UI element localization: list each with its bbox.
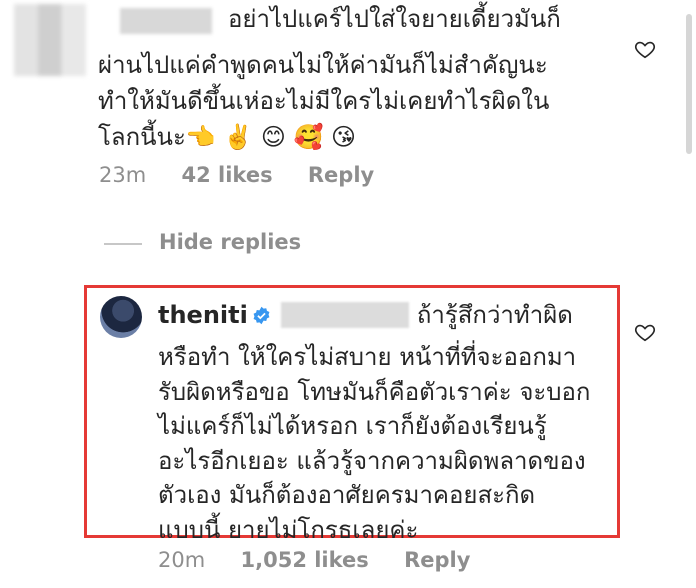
reply-button[interactable]: Reply bbox=[404, 548, 470, 572]
reply-comment-line: อะไรอีกเยอะ แล้วรู้จากความผิดพลาดของ bbox=[158, 446, 586, 475]
like-heart-icon[interactable] bbox=[634, 321, 656, 343]
top-comment-line: ผ่านไปแค่คำพูดคนไม่ให้ค่ามันก็ไม่สำคัญนะ bbox=[98, 51, 548, 79]
like-heart-icon[interactable] bbox=[634, 38, 656, 60]
top-comment-text: อย่าไปแคร์ไปใส่ใจยายเดี้ยวมันก็ bbox=[228, 4, 561, 35]
reply-comment-text: หรือทำ ให้ใครไม่สบาย หน้าที่ที่จะออกมา ร… bbox=[158, 340, 590, 547]
comment-time: 20m bbox=[158, 548, 206, 572]
divider-line bbox=[104, 243, 142, 245]
like-count[interactable]: 1,052 likes bbox=[241, 548, 369, 572]
reply-comment-line: รับผิดหรือขอ โทษมันก็คือตัวเราค่ะ จะบอก bbox=[158, 377, 591, 406]
blurred-mention bbox=[280, 302, 409, 328]
top-comment-line: อย่าไปแคร์ไปใส่ใจยายเดี้ยวมันก็ bbox=[228, 5, 561, 33]
hide-replies-button[interactable]: Hide replies bbox=[159, 230, 301, 254]
verified-badge-icon bbox=[253, 306, 270, 325]
top-comment-line: โลกนี้นะ👈 ✌️ 😊 🥰 😘 bbox=[98, 123, 357, 151]
username[interactable]: theniti bbox=[158, 301, 248, 329]
scrollbar[interactable] bbox=[686, 14, 692, 154]
blurred-username bbox=[120, 8, 212, 34]
top-comment-line: ทำให้มันดีขึ้นเห่อะไม่มีใครไม่เคยทำไรผิด… bbox=[98, 87, 550, 115]
top-comment-text-cont: ผ่านไปแค่คำพูดคนไม่ให้ค่ามันก็ไม่สำคัญนะ… bbox=[98, 50, 549, 153]
like-count[interactable]: 42 likes bbox=[182, 163, 273, 187]
avatar[interactable] bbox=[100, 296, 142, 338]
comment-time: 23m bbox=[99, 163, 147, 187]
reply-comment-line: ไม่แคร์ก็ไม่ได้หรอก เราก็ยังต้องเรียนรู้ bbox=[158, 412, 547, 440]
reply-button[interactable]: Reply bbox=[308, 163, 374, 187]
top-comment-meta: 23m 42 likes Reply bbox=[99, 163, 402, 187]
blurred-avatar bbox=[14, 4, 86, 76]
reply-comment-line: แบบนี้ ยายไม่โกรธเลยค่ะ bbox=[158, 515, 419, 544]
reply-comment-meta: 20m 1,052 likes Reply bbox=[158, 548, 498, 572]
reply-comment-line: หรือทำ ให้ใครไม่สบาย หน้าที่ที่จะออกมา bbox=[158, 343, 577, 371]
reply-comment-first-line: theniti ถ้ารู้สึกว่าทำผิด bbox=[158, 300, 573, 331]
reply-text-first: ถ้ารู้สึกว่าทำผิด bbox=[416, 301, 573, 329]
reply-comment-line: ตัวเอง มันก็ต้องอาศัยครมาคอยสะกิด bbox=[158, 481, 536, 509]
